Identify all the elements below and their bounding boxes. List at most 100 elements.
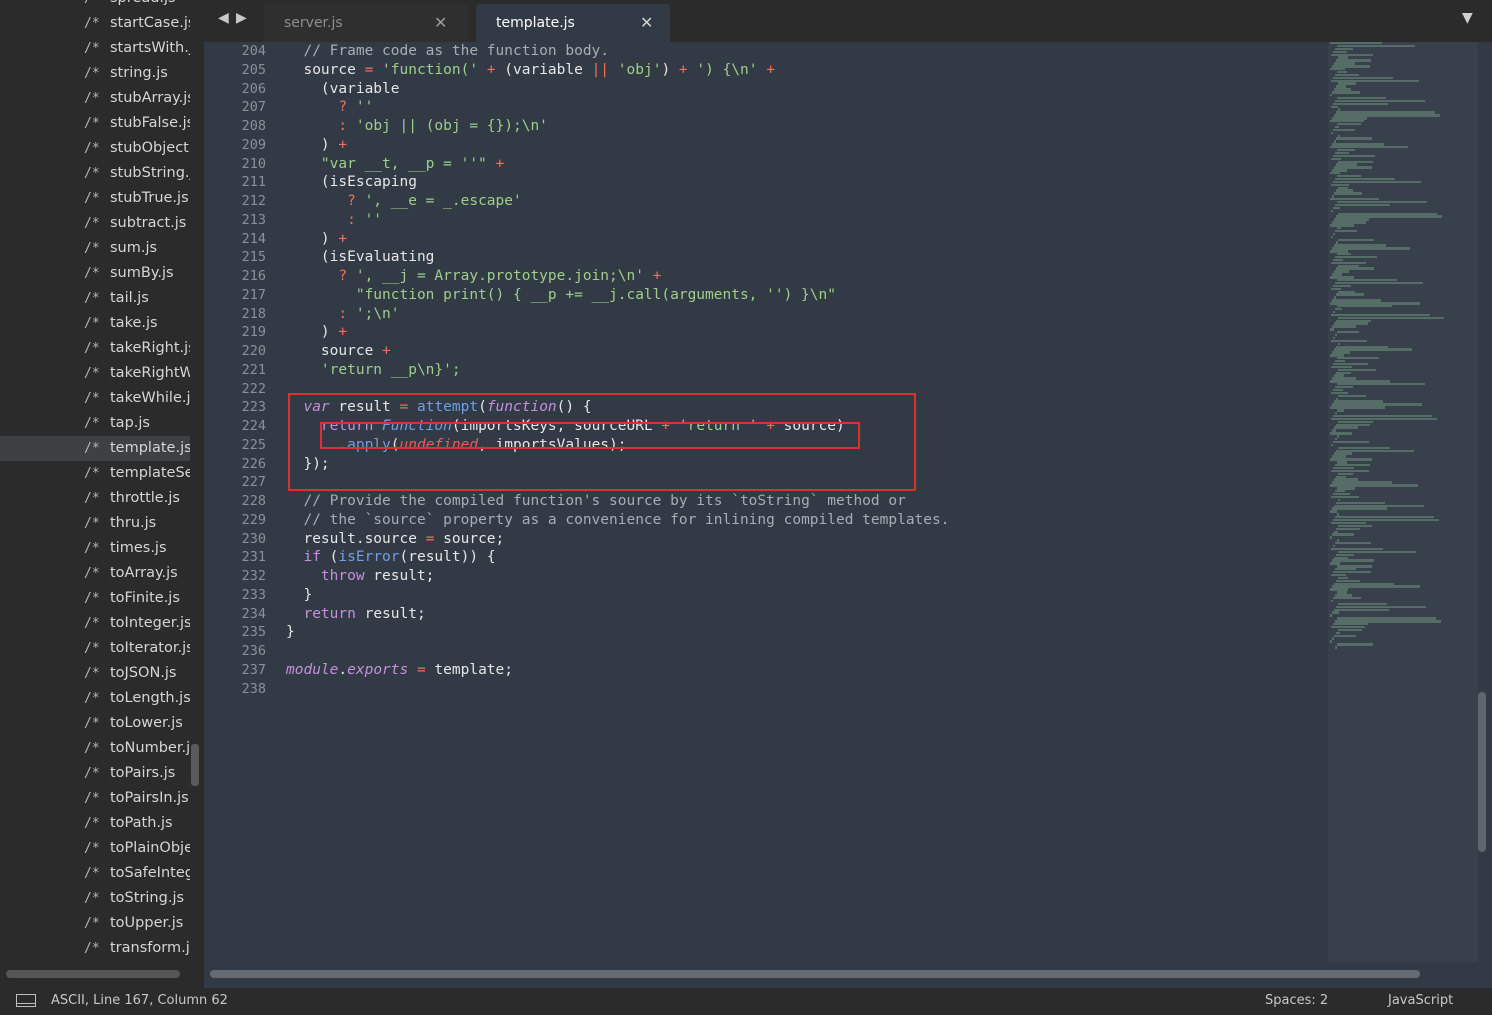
- sidebar-file-item[interactable]: /* takeRightWhile.js: [0, 361, 190, 386]
- code-line[interactable]: result.source = source;: [286, 530, 1326, 549]
- minimap-line: [1338, 394, 1366, 398]
- sidebar-file-item[interactable]: /* toArray.js: [0, 561, 190, 586]
- file-name: take.js: [110, 315, 158, 331]
- sidebar-file-item[interactable]: /* tap.js: [0, 411, 190, 436]
- sidebar-file-item[interactable]: /* toFinite.js: [0, 586, 190, 611]
- tab-template-js[interactable]: template.js ✕: [476, 4, 670, 42]
- sidebar-file-item[interactable]: /* toPairsIn.js: [0, 786, 190, 811]
- sidebar-file-item[interactable]: /* sumBy.js: [0, 261, 190, 286]
- sidebar-file-item[interactable]: /* toUpper.js: [0, 911, 190, 936]
- sidebar-file-item[interactable]: /* toString.js: [0, 886, 190, 911]
- file-comment-icon: /*: [84, 691, 100, 706]
- sidebar-file-item[interactable]: /* template.js: [0, 436, 190, 461]
- code-token: +: [766, 61, 775, 78]
- sidebar-file-item[interactable]: /* templateSettings.js: [0, 461, 190, 486]
- code-line[interactable]: : ';\n': [286, 305, 1326, 324]
- code-line[interactable]: ) +: [286, 323, 1326, 342]
- sidebar-file-item[interactable]: /* toIterator.js: [0, 636, 190, 661]
- tab-label: server.js: [284, 15, 343, 31]
- sidebar-file-item[interactable]: /* throttle.js: [0, 486, 190, 511]
- sidebar-file-item[interactable]: /* take.js: [0, 311, 190, 336]
- code-line[interactable]: ? ', __e = _.escape': [286, 192, 1326, 211]
- sidebar-file-item[interactable]: /* stubArray.js: [0, 86, 190, 111]
- code-line[interactable]: ? ', __j = Array.prototype.join;\n' +: [286, 267, 1326, 286]
- code-line[interactable]: return result;: [286, 605, 1326, 624]
- sidebar-file-item[interactable]: /* subtract.js: [0, 211, 190, 236]
- sidebar-file-item[interactable]: /* stubTrue.js: [0, 186, 190, 211]
- code-line[interactable]: : '': [286, 211, 1326, 230]
- code-line[interactable]: module.exports = template;: [286, 661, 1326, 680]
- minimap[interactable]: [1330, 42, 1476, 662]
- sidebar-file-item[interactable]: /* toPlainObject.js: [0, 836, 190, 861]
- code-line[interactable]: "function print() { __p += __j.call(argu…: [286, 286, 1326, 305]
- sidebar-file-item[interactable]: /* toPairs.js: [0, 761, 190, 786]
- minimap-line: [1335, 333, 1337, 337]
- close-icon[interactable]: ✕: [640, 13, 653, 32]
- code-line[interactable]: (isEvaluating: [286, 248, 1326, 267]
- sidebar-file-item[interactable]: /* toPath.js: [0, 811, 190, 836]
- panel-toggle-icon[interactable]: [16, 994, 36, 1007]
- code-line[interactable]: : 'obj || (obj = {});\n': [286, 117, 1326, 136]
- code-line[interactable]: (isEscaping: [286, 173, 1326, 192]
- close-icon[interactable]: ✕: [434, 13, 447, 32]
- code-line[interactable]: if (isError(result)) {: [286, 548, 1326, 567]
- code-line[interactable]: ) +: [286, 230, 1326, 249]
- code-line[interactable]: ) +: [286, 136, 1326, 155]
- indentation-setting[interactable]: Spaces: 2: [1265, 993, 1328, 1008]
- sidebar-file-item[interactable]: /* thru.js: [0, 511, 190, 536]
- sidebar-file-item[interactable]: /* toJSON.js: [0, 661, 190, 686]
- back-arrow-icon[interactable]: ◀: [218, 10, 229, 26]
- code-line[interactable]: "var __t, __p = ''" +: [286, 155, 1326, 174]
- code-line[interactable]: }: [286, 623, 1326, 642]
- sidebar-file-item[interactable]: /* toSafeInteger.js: [0, 861, 190, 886]
- editor-vertical-scrollbar[interactable]: [1478, 692, 1486, 852]
- file-name: times.js: [110, 540, 167, 556]
- sidebar-vertical-scrollbar[interactable]: [191, 744, 199, 786]
- tab-overflow-icon[interactable]: ▼: [1462, 10, 1473, 26]
- sidebar-horizontal-scrollbar[interactable]: [6, 970, 180, 978]
- sidebar-file-item[interactable]: /* times.js: [0, 536, 190, 561]
- file-comment-icon: /*: [84, 241, 100, 256]
- code-token: "function print() { __p += __j.call(argu…: [355, 286, 836, 303]
- sidebar-file-item[interactable]: /* startCase.js: [0, 11, 190, 36]
- code-line[interactable]: // Frame code as the function body.: [286, 42, 1326, 61]
- file-comment-icon: /*: [84, 716, 100, 731]
- editor-horizontal-scrollbar[interactable]: [210, 970, 1420, 978]
- sidebar-file-item[interactable]: /* transform.js: [0, 936, 190, 961]
- code-line[interactable]: throw result;: [286, 567, 1326, 586]
- code-token: +: [338, 324, 348, 341]
- syntax-selector[interactable]: JavaScript: [1388, 993, 1453, 1008]
- code-line[interactable]: (variable: [286, 80, 1326, 99]
- code-line[interactable]: [286, 680, 1326, 699]
- code-token: ') {\n': [696, 61, 758, 78]
- tab-server-js[interactable]: server.js ✕: [264, 4, 468, 42]
- sidebar-file-item[interactable]: /* toLower.js: [0, 711, 190, 736]
- sidebar-file-item[interactable]: /* startsWith.js: [0, 36, 190, 61]
- code-line[interactable]: // the `source` property as a convenienc…: [286, 511, 1326, 530]
- sidebar-file-item[interactable]: /* takeWhile.js: [0, 386, 190, 411]
- sidebar-file-item[interactable]: /* stubString.js: [0, 161, 190, 186]
- sidebar-file-item[interactable]: /* toLength.js: [0, 686, 190, 711]
- sidebar-file-item[interactable]: /* toInteger.js: [0, 611, 190, 636]
- code-line[interactable]: source +: [286, 342, 1326, 361]
- sidebar-file-item[interactable]: /* tail.js: [0, 286, 190, 311]
- minimap-line: [1333, 128, 1356, 132]
- code-area[interactable]: // Frame code as the function body. sour…: [286, 42, 1326, 698]
- code-editor[interactable]: 204 205 206 207 208 209 210 211 212 213 214 215 216 2…: [204, 42, 1492, 988]
- code-line[interactable]: ? '': [286, 98, 1326, 117]
- code-line[interactable]: 'return __p\n}';: [286, 361, 1326, 380]
- code-line[interactable]: // Provide the compiled function's sourc…: [286, 492, 1326, 511]
- sidebar-file-item[interactable]: /* sum.js: [0, 236, 190, 261]
- code-line[interactable]: }: [286, 586, 1326, 605]
- sidebar-file-item[interactable]: /* stubObject.js: [0, 136, 190, 161]
- sidebar-file-item[interactable]: /* spread.js: [0, 0, 190, 11]
- code-line[interactable]: [286, 642, 1326, 661]
- line-number: 237: [241, 661, 266, 678]
- code-token: result;: [355, 605, 426, 622]
- sidebar-file-item[interactable]: /* toNumber.js: [0, 736, 190, 761]
- sidebar-file-item[interactable]: /* string.js: [0, 61, 190, 86]
- forward-arrow-icon[interactable]: ▶: [236, 10, 247, 26]
- code-line[interactable]: source = 'function(' + (variable || 'obj…: [286, 61, 1326, 80]
- sidebar-file-item[interactable]: /* takeRight.js: [0, 336, 190, 361]
- sidebar-file-item[interactable]: /* stubFalse.js: [0, 111, 190, 136]
